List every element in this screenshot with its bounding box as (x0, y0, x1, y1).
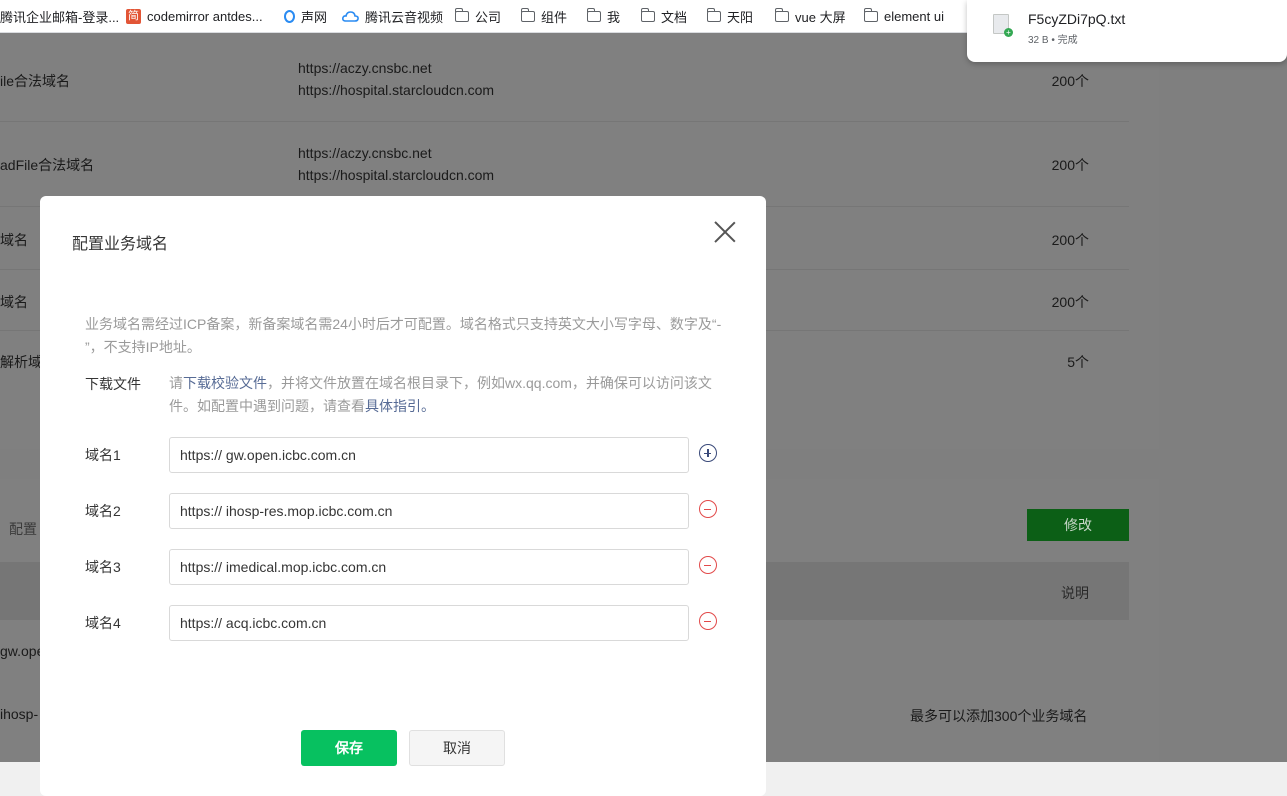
row-label: 域名 (0, 232, 28, 248)
jian-icon: 简 (126, 9, 141, 24)
bookmark-folder-element-ui[interactable]: element ui (863, 0, 944, 33)
row-count: 5个 (1067, 354, 1089, 370)
save-button[interactable]: 保存 (301, 730, 397, 766)
domain-1-input[interactable] (169, 437, 689, 473)
bookmark-folder-company[interactable]: 公司 (454, 0, 502, 33)
bookmark-label: element ui (884, 9, 944, 24)
download-filename[interactable]: F5cyZDi7pQ.txt (1028, 11, 1125, 27)
domain-2-label: 域名2 (85, 503, 121, 519)
bookmark-folder-docs[interactable]: 文档 (640, 0, 688, 33)
guide-link[interactable]: 具体指引 (365, 398, 421, 414)
table-cell-domain: gw.ope (0, 643, 45, 659)
row-urls: https://aczy.cnsbc.net https://hospital.… (298, 57, 494, 101)
row-label: adFile合法域名 (0, 157, 95, 173)
remove-domain-icon[interactable] (699, 612, 717, 630)
bookmark-folder-tianyang[interactable]: 天阳 (706, 0, 754, 33)
bookmark-codemirror[interactable]: 简 codemirror antdes... (126, 0, 263, 33)
folder-icon (586, 8, 601, 22)
row-count: 200个 (1051, 232, 1089, 248)
domain-row: ile合法域名 https://aczy.cnsbc.net https://h… (0, 33, 1129, 122)
file-icon: + (993, 14, 1013, 37)
desc-prefix: 请 (169, 375, 183, 391)
cloud-icon (342, 11, 359, 22)
bookmark-tencent-mail[interactable]: 腾讯企业邮箱-登录... (0, 0, 119, 33)
row-count: 200个 (1051, 73, 1089, 89)
folder-icon (640, 8, 655, 22)
domain-2-input[interactable] (169, 493, 689, 529)
bookmark-label: vue 大屏 (795, 10, 846, 25)
bookmark-tencent-cloud-av[interactable]: 腾讯云音视频 (342, 0, 443, 33)
bookmark-label: 公司 (475, 10, 502, 25)
download-popup[interactable]: + F5cyZDi7pQ.txt 32 B • 完成 (967, 0, 1287, 62)
row-url: https://hospital.starcloudcn.com (298, 167, 495, 183)
dialog-title: 配置业务域名 (72, 236, 169, 253)
row-label: 域名 (0, 294, 28, 310)
domain-row: adFile合法域名 https://aczy.cnsbc.net https:… (0, 122, 1129, 207)
bookmark-folder-me[interactable]: 我 (586, 0, 621, 33)
cancel-button[interactable]: 取消 (409, 730, 505, 766)
bookmark-label: 我 (607, 10, 621, 25)
domain-1-label: 域名1 (85, 447, 121, 463)
bookmark-folder-vue-screen[interactable]: vue 大屏 (774, 0, 846, 33)
bookmark-label: 文档 (661, 10, 688, 25)
desc-suffix: 。 (421, 398, 435, 414)
folder-icon (863, 8, 878, 22)
config-label: 配置 (9, 521, 37, 537)
domain-notice: 业务域名需经过ICP备案，新备案域名需24小时后才可配置。域名格式只支持英文大小… (85, 316, 722, 355)
download-file-description: 请下载校验文件，并将文件放置在域名根目录下，例如wx.qq.com，并确保可以访… (169, 372, 729, 418)
row-url: https://aczy.cnsbc.net (298, 145, 432, 161)
download-check-file-link[interactable]: 下载校验文件 (183, 375, 267, 391)
folder-icon (454, 8, 469, 22)
add-domain-icon[interactable] (699, 444, 717, 462)
modify-button[interactable]: 修改 (1027, 509, 1129, 541)
remove-domain-icon[interactable] (699, 556, 717, 574)
row-label: ile合法域名 (0, 73, 71, 89)
max-domains-note: 最多可以添加300个业务域名 (910, 708, 1088, 724)
table-cell-domain: ihosp- (0, 706, 39, 722)
domain-4-input[interactable] (169, 605, 689, 641)
ring-icon (284, 10, 295, 23)
bookmark-label: 声网 (301, 10, 328, 25)
download-file-label: 下载文件 (85, 376, 141, 392)
domain-3-label: 域名3 (85, 559, 121, 575)
row-url: https://aczy.cnsbc.net (298, 60, 432, 76)
table-header-description: 说明 (1061, 585, 1089, 601)
close-icon[interactable] (714, 221, 736, 243)
download-meta: 32 B • 完成 (1028, 35, 1078, 46)
bookmark-shengwang[interactable]: 声网 (284, 0, 327, 33)
domain-4-label: 域名4 (85, 615, 121, 631)
folder-icon (706, 8, 721, 22)
row-count: 200个 (1051, 157, 1089, 173)
bookmark-label: 腾讯企业邮箱-登录... (0, 10, 120, 25)
config-domain-dialog: 配置业务域名 业务域名需经过ICP备案，新备案域名需24小时后才可配置。域名格式… (40, 196, 766, 796)
remove-domain-icon[interactable] (699, 500, 717, 518)
row-url: https://hospital.starcloudcn.com (298, 82, 495, 98)
bookmark-label: 腾讯云音视频 (365, 10, 444, 25)
folder-icon (520, 8, 535, 22)
file-added-badge-icon: + (1004, 28, 1013, 37)
domain-3-input[interactable] (169, 549, 689, 585)
bookmark-label: codemirror antdes... (147, 9, 263, 24)
bookmark-label: 天阳 (727, 10, 754, 25)
bookmark-label: 组件 (541, 10, 568, 25)
row-urls: https://aczy.cnsbc.net https://hospital.… (298, 142, 494, 186)
folder-icon (774, 8, 789, 22)
bookmark-folder-components[interactable]: 组件 (520, 0, 568, 33)
row-count: 200个 (1051, 294, 1089, 310)
